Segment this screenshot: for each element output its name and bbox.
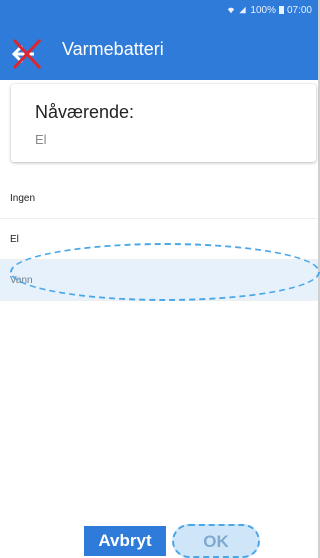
clock: 07:00 bbox=[286, 4, 312, 16]
ok-button[interactable]: OK bbox=[172, 524, 260, 558]
back-button[interactable] bbox=[8, 36, 46, 72]
current-value-card: Nåværende: El bbox=[11, 84, 316, 162]
page-title: Varmebatteri bbox=[62, 39, 164, 59]
option-label: Ingen bbox=[10, 193, 36, 204]
app-bar: 100% 07:00 Varmebatteri bbox=[0, 0, 318, 80]
wifi-icon bbox=[228, 7, 235, 14]
status-bar: 100% 07:00 bbox=[227, 3, 312, 17]
signal-icon bbox=[239, 6, 247, 14]
back-arrow-icon bbox=[11, 38, 42, 70]
annotation-highlight bbox=[10, 243, 320, 301]
current-label: Nåværende: bbox=[35, 102, 135, 122]
option-ingen[interactable]: Ingen bbox=[0, 178, 318, 219]
battery-percentage: 100% bbox=[250, 4, 276, 16]
option-label: El bbox=[10, 234, 19, 245]
current-value: El bbox=[35, 132, 47, 147]
battery-icon bbox=[278, 6, 284, 14]
cancel-button[interactable]: Avbryt bbox=[84, 526, 166, 556]
